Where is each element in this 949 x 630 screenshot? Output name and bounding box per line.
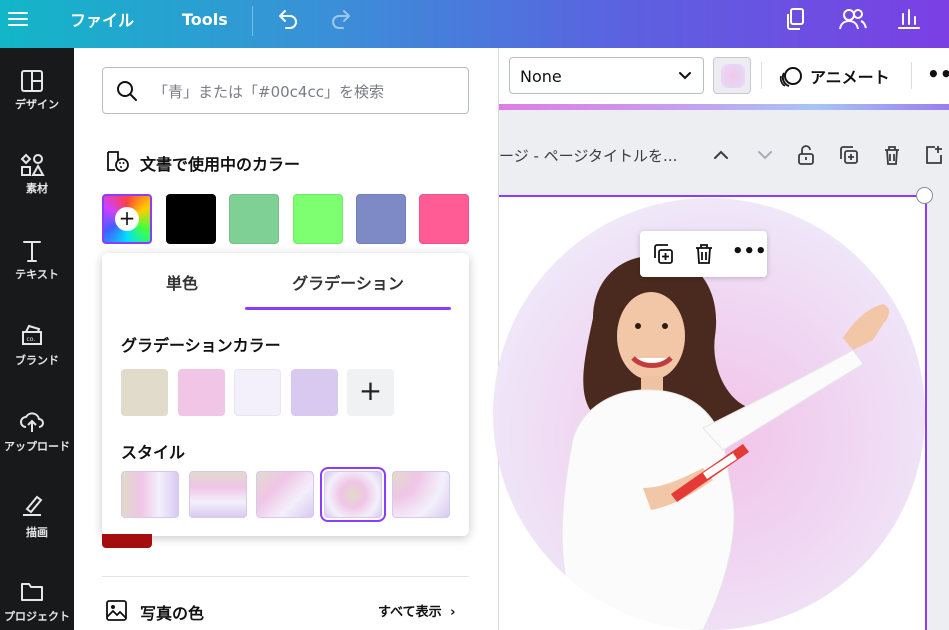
shapes-icon: [20, 153, 45, 176]
font-select[interactable]: None: [509, 57, 704, 94]
rail-item-projects[interactable]: プロジェクト: [0, 578, 74, 630]
gradient-color-swatch[interactable]: [121, 369, 168, 416]
rail-item-brand[interactable]: co. ブランド: [0, 322, 74, 392]
layout-icon: [21, 70, 43, 92]
rail-label: 素材: [26, 182, 48, 195]
chevron-up-icon[interactable]: [710, 144, 732, 166]
gradient-style-radial-selected[interactable]: [320, 467, 386, 522]
more-options-icon[interactable]: •••: [732, 241, 767, 262]
color-swatch-periwinkle[interactable]: [356, 194, 406, 244]
document-colors-title: 文書で使用中のカラー: [140, 155, 301, 174]
color-swatch-dark-red[interactable]: [102, 534, 152, 548]
element-floating-toolbar: •••: [640, 231, 767, 277]
file-menu[interactable]: ファイル: [70, 0, 134, 38]
rail-item-uploads[interactable]: アップロード: [0, 408, 74, 478]
rail-item-elements[interactable]: 素材: [0, 152, 74, 222]
color-swatch-black[interactable]: [166, 194, 216, 244]
gradient-style-linear-vertical[interactable]: [189, 471, 247, 518]
gradient-color-swatch[interactable]: [178, 369, 225, 416]
editor-area: None アニメート ••• ージ - ページタイトルを...: [493, 48, 949, 630]
unlock-icon[interactable]: [795, 144, 817, 166]
rail-label: 描画: [26, 526, 48, 539]
color-panel: 「青」または「#00c4cc」を検索 文書で使用中のカラー + 単色 グラデーシ…: [74, 48, 498, 630]
gradient-colors-title: グラデーションカラー: [121, 336, 281, 355]
section-divider: [102, 576, 469, 577]
style-title: スタイル: [121, 443, 186, 462]
redo-icon[interactable]: [329, 6, 355, 32]
rail-label: アップロード: [4, 440, 70, 453]
search-placeholder: 「青」または「#00c4cc」を検索: [153, 83, 384, 101]
color-swatch-green[interactable]: [229, 194, 279, 244]
animate-button[interactable]: アニメート: [810, 64, 890, 88]
toolbar-divider: [911, 62, 912, 89]
see-all-link[interactable]: すべて表示 ›: [378, 601, 455, 620]
rail-item-text[interactable]: テキスト: [0, 238, 74, 308]
gradient-style-linear-diagonal[interactable]: [256, 471, 314, 518]
add-color-button[interactable]: +: [102, 194, 152, 244]
upload-icon: [20, 412, 44, 432]
photo-icon: [106, 600, 127, 621]
photo-colors-title: 写真の色: [140, 604, 205, 623]
see-all-label: すべて表示: [378, 605, 442, 620]
delete-page-icon[interactable]: [881, 144, 903, 166]
chevron-down-icon: [679, 72, 691, 80]
page-title[interactable]: ージ - ページタイトルを...: [499, 145, 677, 166]
rail-label: プロジェクト: [4, 610, 70, 623]
copy-pages-icon[interactable]: [783, 6, 809, 32]
rail-item-draw[interactable]: 描画: [0, 492, 74, 562]
gradient-color-swatch[interactable]: [291, 369, 338, 416]
search-icon: [117, 81, 137, 101]
document-palette-icon: [107, 151, 129, 172]
text-icon: [23, 241, 41, 262]
topbar-divider: [252, 6, 253, 36]
color-swatch-pink[interactable]: [419, 194, 469, 244]
tab-solid[interactable]: 単色: [102, 253, 262, 309]
plus-icon: +: [115, 207, 139, 231]
more-options-icon[interactable]: •••: [927, 62, 949, 86]
duplicate-page-icon[interactable]: [838, 144, 860, 166]
rail-item-design[interactable]: デザイン: [0, 68, 74, 138]
gradient-color-swatch[interactable]: [234, 369, 281, 416]
insights-chart-icon[interactable]: [896, 6, 922, 32]
gradient-preview-bar: [499, 104, 949, 110]
share-people-icon[interactable]: [838, 6, 867, 32]
tools-menu[interactable]: Tools: [182, 0, 228, 38]
rail-label: デザイン: [15, 98, 59, 111]
tab-gradient[interactable]: グラデーション: [245, 253, 451, 309]
context-toolbar: None アニメート •••: [499, 48, 949, 104]
animate-icon: [779, 67, 802, 87]
resize-handle[interactable]: [916, 187, 933, 204]
rail-label: テキスト: [15, 268, 59, 281]
draw-icon: [23, 495, 43, 516]
toolbar-divider: [761, 62, 762, 89]
duplicate-icon[interactable]: [651, 242, 675, 266]
left-nav-rail: デザイン 素材 テキスト co. ブランド アップロード 描画 プロジェクト: [0, 48, 74, 630]
add-page-icon[interactable]: [923, 144, 945, 166]
fill-color-preview: [721, 64, 745, 88]
brand-icon: co.: [22, 324, 42, 345]
svg-text:co.: co.: [27, 336, 36, 343]
active-tab-indicator: [245, 307, 451, 310]
rail-label: ブランド: [15, 354, 59, 367]
gradient-style-radial-corner[interactable]: [392, 471, 450, 518]
color-swatch-lime[interactable]: [293, 194, 343, 244]
chevron-down-icon[interactable]: [754, 144, 776, 166]
chevron-right-icon: ›: [450, 605, 456, 620]
font-select-value: None: [520, 67, 562, 86]
undo-icon[interactable]: [274, 6, 300, 32]
color-search-input[interactable]: 「青」または「#00c4cc」を検索: [102, 67, 469, 114]
top-bar: ファイル Tools: [0, 0, 949, 48]
trash-icon[interactable]: [692, 242, 716, 266]
gradient-popover: 単色 グラデーション グラデーションカラー + スタイル: [102, 253, 469, 536]
folder-icon: [21, 583, 43, 601]
add-gradient-color-button[interactable]: +: [347, 369, 394, 416]
gradient-style-linear-horizontal[interactable]: [121, 471, 179, 518]
hamburger-menu-icon[interactable]: [6, 6, 32, 32]
fill-color-button[interactable]: [713, 57, 751, 94]
